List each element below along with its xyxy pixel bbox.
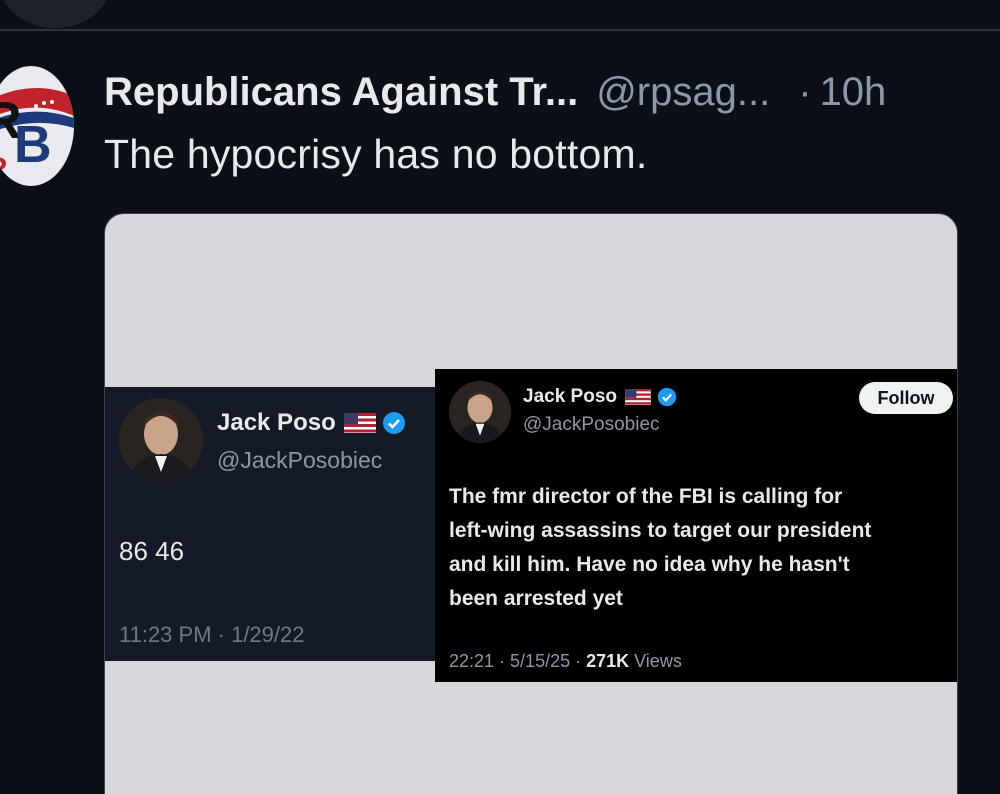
previous-tweet-avatar[interactable] (0, 0, 110, 28)
right-screenshot-avatar (449, 381, 511, 443)
header-separator-dot: · (798, 69, 812, 114)
profile-photo-icon (449, 381, 511, 443)
author-handle[interactable]: @rpsag... (596, 70, 770, 115)
us-flag-icon (625, 389, 651, 405)
verified-badge-icon (657, 387, 677, 407)
author-display-name[interactable]: Republicans Against Tr... (104, 70, 578, 115)
right-screenshot-handle: @JackPosobiec (523, 414, 660, 435)
right-screenshot-body-line: The fmr director of the FBI is calling f… (449, 485, 843, 508)
profile-photo-icon (119, 398, 203, 482)
right-screenshot-body-line: left-wing assassins to target our presid… (449, 519, 872, 542)
tweet-timestamp[interactable]: 10h (820, 70, 887, 115)
us-flag-icon (343, 413, 376, 433)
verified-badge-icon (382, 412, 405, 434)
svg-text:R: R (0, 152, 8, 185)
right-screenshot-body-line: been arrested yet (449, 587, 623, 610)
right-screenshot-body-line: and kill him. Have no idea why he hasn't (449, 553, 850, 576)
right-screenshot-body: The fmr director of the FBI is calling f… (449, 480, 957, 616)
author-avatar[interactable]: R B R (0, 66, 74, 186)
right-screenshot-footer: 22:21 · 5/15/25 · 271K Views (449, 651, 682, 672)
left-screenshot-name: Jack Poso (217, 409, 336, 436)
tweet-text: The hypocrisy has no bottom. (104, 131, 648, 177)
svg-text:B: B (14, 116, 52, 174)
right-screenshot-name: Jack Poso (523, 386, 617, 407)
tweet-separator (0, 29, 1000, 31)
rb-logo-icon: R B R (0, 66, 74, 186)
left-screenshot-body: 86 46 (119, 536, 185, 566)
left-screenshot-timestamp: 11:23 PM · 1/29/22 (119, 622, 305, 647)
left-screenshot-name-row: Jack Poso (217, 409, 406, 437)
follow-button: Follow (859, 382, 953, 414)
right-screenshot-views-count: 271K (586, 651, 630, 671)
right-screenshot-views-label: Views (629, 651, 682, 671)
tweet-media-image[interactable]: Jack Poso @JackPosobiec 86 46 11:23 PM ·… (104, 213, 958, 794)
tweet-header: Republicans Against Tr... @rpsag... · 10… (104, 66, 886, 118)
right-screenshot-name-row: Jack Poso (523, 386, 677, 408)
right-screenshot-timestamp: 22:21 · 5/15/25 · (449, 651, 587, 671)
left-screenshot-avatar (119, 398, 203, 482)
timeline-page: R B R Republicans Against Tr... @rpsag..… (0, 0, 1000, 794)
left-screenshot-handle: @JackPosobiec (217, 447, 383, 473)
